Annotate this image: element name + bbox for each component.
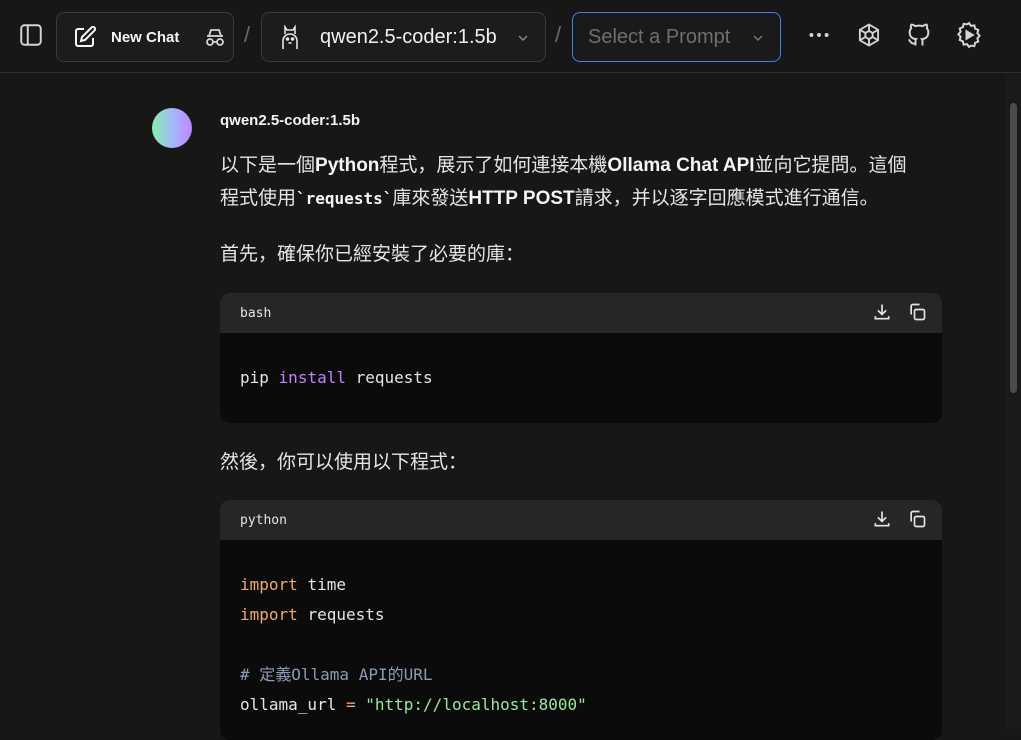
text-span: 以下是一個 [220, 155, 316, 176]
llama-icon [282, 24, 298, 49]
code-token: = [345, 695, 356, 714]
text-span: 庫來發送 [392, 188, 469, 209]
sidebar-toggle-icon [20, 24, 42, 46]
gear-play-icon [957, 21, 981, 49]
code-token: pip [240, 368, 269, 387]
copy-icon [910, 510, 926, 528]
code-token: import [240, 605, 298, 624]
more-dots-icon [809, 33, 829, 37]
code-block-header: python [220, 500, 942, 540]
text-span: Ollama Chat API [607, 155, 755, 176]
code-token: import [240, 575, 298, 594]
breadcrumb-separator: / [244, 22, 251, 47]
openai-button[interactable] [854, 20, 884, 50]
github-icon [908, 23, 930, 46]
message-sender-name: qwen2.5-coder:1.5b [220, 112, 361, 129]
code-line: pip install requests [240, 363, 922, 393]
message-paragraph: 然後，你可以使用以下程式： [220, 452, 468, 473]
code-token: requests [355, 368, 433, 387]
more-options-button[interactable] [804, 20, 834, 50]
message-paragraph: 首先，確保你已經安裝了必要的庫： [220, 244, 525, 265]
selected-model-name: qwen2.5-coder:1.5b [320, 25, 497, 48]
code-string: "http://localhost:8000" [365, 695, 587, 714]
new-chat-label: New Chat [111, 28, 180, 46]
code-line: import time [240, 570, 922, 600]
download-icon [874, 304, 890, 320]
code-language-label: bash [240, 305, 272, 321]
download-button[interactable] [871, 301, 893, 323]
download-button[interactable] [871, 508, 893, 530]
chevron-down-icon [753, 35, 763, 41]
message-paragraph: 以下是一個Python程式，展示了如何連接本機Ollama Chat API並向… [220, 149, 950, 215]
copy-icon [910, 303, 926, 321]
copy-button[interactable] [906, 508, 928, 530]
incognito-icon[interactable] [203, 25, 227, 49]
text-span: 請求，并以逐字回應模式進行通信。 [574, 188, 879, 209]
code-line: import requests [240, 600, 922, 630]
code-token: ollama_url [240, 695, 337, 714]
breadcrumb-separator: / [555, 22, 562, 47]
openai-logo-icon [858, 23, 880, 47]
edit-pen-icon [75, 25, 97, 47]
download-icon [874, 511, 890, 527]
text-span: 程式，展示了如何連接本機 [379, 155, 608, 176]
code-content: import time import requests # 定義Ollama A… [220, 540, 942, 720]
github-button[interactable] [904, 20, 934, 50]
new-chat-button[interactable]: New Chat [56, 12, 234, 62]
code-line: # 定義Ollama API的URL [240, 660, 922, 690]
text-span: HTTP POST [468, 188, 575, 209]
scrollbar-thumb[interactable] [1010, 103, 1017, 393]
prompt-placeholder: Select a Prompt [588, 25, 731, 48]
code-comment: # 定義Ollama API的URL [240, 665, 433, 684]
copy-button[interactable] [906, 301, 928, 323]
code-block-header: bash [220, 293, 942, 333]
code-block-python: python import time import requests # 定義O… [220, 500, 942, 740]
code-language-label: python [240, 512, 287, 528]
settings-button[interactable] [954, 20, 984, 50]
code-token: time [307, 575, 346, 594]
model-selector[interactable]: qwen2.5-coder:1.5b [261, 12, 546, 62]
code-content: pip install requests [220, 333, 942, 393]
code-token: requests [307, 605, 385, 624]
top-header: New Chat / qwen2.5-coder:1.5b / Select a… [0, 0, 1021, 73]
prompt-selector[interactable]: Select a Prompt [572, 12, 781, 62]
code-line: ollama_url = "http://localhost:8000" [240, 690, 922, 720]
code-block-bash: bash pip install requests [220, 293, 942, 423]
inline-code: `requests` [296, 189, 393, 208]
code-token: install [278, 368, 346, 387]
text-span: 程式使用 [220, 188, 297, 209]
chevron-down-icon [518, 35, 528, 41]
sidebar-toggle-button[interactable] [14, 19, 48, 51]
text-span: Python [315, 155, 380, 176]
assistant-avatar [152, 108, 192, 148]
text-span: 並向它提問。這個 [754, 155, 907, 176]
